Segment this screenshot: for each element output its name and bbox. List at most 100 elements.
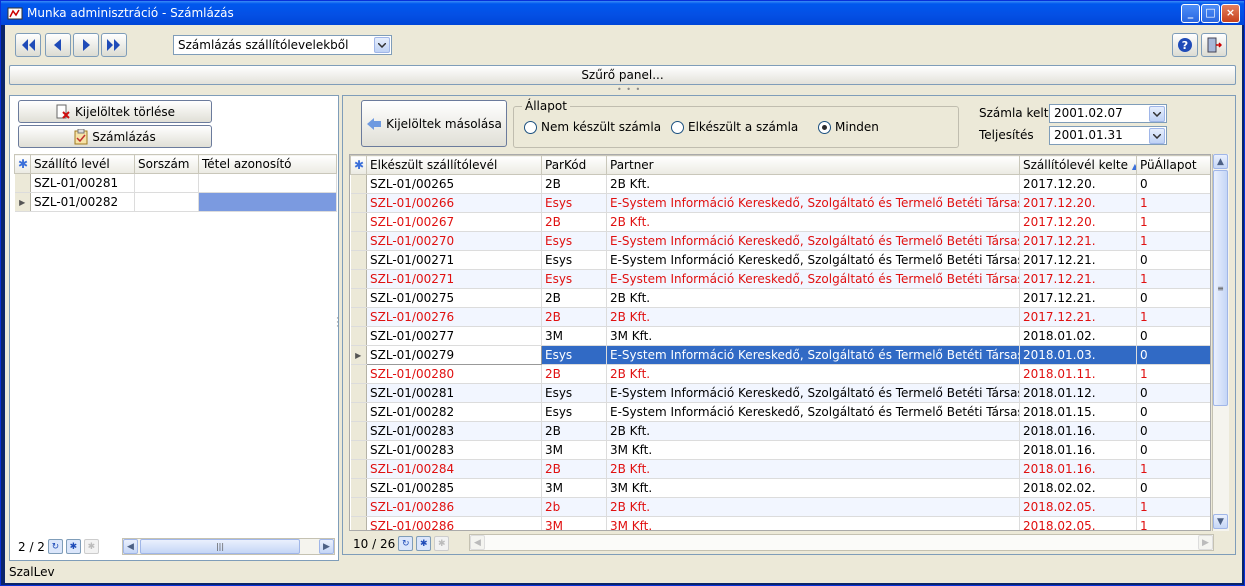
maximize-button[interactable]: □: [1201, 4, 1220, 23]
column-header[interactable]: Partner: [606, 155, 1020, 175]
chevron-down-icon[interactable]: [1149, 128, 1165, 144]
cell-delivery-note[interactable]: SZL-01/00265: [366, 174, 542, 194]
cell-payment-status[interactable]: 1: [1136, 193, 1210, 213]
cell-tetel[interactable]: [198, 192, 337, 212]
column-header[interactable]: Sorszám: [134, 154, 199, 174]
refresh-icon[interactable]: ↻: [398, 536, 414, 551]
row-indicator[interactable]: [350, 459, 367, 479]
cell-partner-code[interactable]: 2B: [541, 212, 607, 232]
cell-partner-code[interactable]: 2B: [541, 307, 607, 327]
cell-delivery-note[interactable]: SZL-01/00284: [366, 459, 542, 479]
cell-delivery-note[interactable]: SZL-01/00267: [366, 212, 542, 232]
cell-partner[interactable]: 2B Kft.: [606, 307, 1020, 327]
cell-partner[interactable]: E-System Információ Kereskedő, Szolgálta…: [606, 193, 1020, 213]
cell-note-date[interactable]: 2018.01.02.: [1019, 326, 1137, 346]
cell-partner-code[interactable]: Esys: [541, 231, 607, 251]
column-header[interactable]: Szállító levél: [30, 154, 135, 174]
cell-partner[interactable]: E-System Információ Kereskedő, Szolgálta…: [606, 345, 1020, 365]
cell-delivery-note[interactable]: SZL-01/00283: [366, 421, 542, 441]
row-indicator[interactable]: [350, 269, 367, 289]
next-record-button[interactable]: [73, 33, 99, 57]
cell-payment-status[interactable]: 0: [1136, 250, 1210, 270]
table-row[interactable]: ▶ SZL-01/00279 Esys E-System Információ Ker…: [350, 345, 1210, 365]
cell-partner-code[interactable]: Esys: [541, 402, 607, 422]
cell-note-date[interactable]: 2017.12.20.: [1019, 193, 1137, 213]
right-vertical-scrollbar[interactable]: ▲ ≡ ▼: [1212, 154, 1229, 531]
row-indicator[interactable]: [350, 364, 367, 384]
cell-partner-code[interactable]: Esys: [541, 383, 607, 403]
select-all-icon[interactable]: ✱: [350, 155, 367, 175]
current-row-indicator-icon[interactable]: ▶: [14, 192, 31, 212]
exit-button[interactable]: [1201, 33, 1227, 57]
cell-payment-status[interactable]: 0: [1136, 383, 1210, 403]
row-indicator[interactable]: [350, 497, 367, 517]
vertical-splitter[interactable]: · · ·: [336, 315, 339, 332]
cell-partner-code[interactable]: Esys: [541, 345, 607, 365]
cell-partner-code[interactable]: 2B: [541, 364, 607, 384]
cell-note-date[interactable]: 2018.01.11.: [1019, 364, 1137, 384]
cell-partner[interactable]: 3M Kft.: [606, 516, 1020, 530]
table-row[interactable]: SZL-01/00282 Esys E-System Információ Kere…: [350, 402, 1210, 422]
chevron-down-icon[interactable]: [374, 37, 390, 53]
cell-partner[interactable]: E-System Információ Kereskedő, Szolgálta…: [606, 402, 1020, 422]
table-row[interactable]: ▶ SZL-01/00282: [14, 192, 337, 212]
cell-partner-code[interactable]: 2b: [541, 497, 607, 517]
right-horizontal-scrollbar[interactable]: ◀ ▶: [469, 534, 1214, 551]
cell-payment-status[interactable]: 0: [1136, 440, 1210, 460]
table-row[interactable]: SZL-01/00281: [14, 173, 337, 193]
cell-partner-code[interactable]: 3M: [541, 326, 607, 346]
table-row[interactable]: SZL-01/00267 2B 2B Kft. 2017.12.20. 1: [350, 212, 1210, 232]
fulfillment-date-picker[interactable]: 2001.01.31: [1049, 126, 1167, 145]
refresh-icon[interactable]: ↻: [47, 539, 63, 554]
cell-partner-code[interactable]: Esys: [541, 269, 607, 289]
row-indicator[interactable]: [350, 212, 367, 232]
table-row[interactable]: SZL-01/00285 3M 3M Kft. 2018.02.02. 0: [350, 478, 1210, 498]
previous-record-button[interactable]: [45, 33, 71, 57]
row-indicator[interactable]: [350, 383, 367, 403]
row-indicator[interactable]: [350, 402, 367, 422]
mode-select[interactable]: Számlázás szállítólevelekből: [173, 35, 392, 55]
cell-note-date[interactable]: 2017.12.20.: [1019, 212, 1137, 232]
select-all-icon[interactable]: ✱: [14, 154, 31, 174]
cell-note-date[interactable]: 2018.01.15.: [1019, 402, 1137, 422]
table-row[interactable]: SZL-01/00286 2b 2B Kft. 2018.02.05. 1: [350, 497, 1210, 517]
cell-note-date[interactable]: 2018.01.16.: [1019, 440, 1137, 460]
cell-payment-status[interactable]: 0: [1136, 174, 1210, 194]
scroll-right-icon[interactable]: ▶: [319, 539, 334, 554]
cell-partner-code[interactable]: 3M: [541, 516, 607, 530]
table-row[interactable]: SZL-01/00277 3M 3M Kft. 2018.01.02. 0: [350, 326, 1210, 346]
column-header[interactable]: Tétel azonosító: [198, 154, 337, 174]
cell-tetel[interactable]: [198, 173, 337, 193]
cell-szallito[interactable]: SZL-01/00282: [30, 192, 135, 212]
cell-partner[interactable]: 3M Kft.: [606, 478, 1020, 498]
cell-payment-status[interactable]: 1: [1136, 231, 1210, 251]
cell-delivery-note[interactable]: SZL-01/00275: [366, 288, 542, 308]
row-indicator[interactable]: [350, 440, 367, 460]
cell-delivery-note[interactable]: SZL-01/00281: [366, 383, 542, 403]
cell-partner-code[interactable]: 2B: [541, 421, 607, 441]
row-indicator[interactable]: [350, 193, 367, 213]
cell-partner-code[interactable]: 3M: [541, 440, 607, 460]
cell-payment-status[interactable]: 1: [1136, 212, 1210, 232]
cell-delivery-note[interactable]: SZL-01/00286: [366, 516, 542, 530]
cell-partner[interactable]: 2B Kft.: [606, 174, 1020, 194]
cell-payment-status[interactable]: 1: [1136, 364, 1210, 384]
table-row[interactable]: SZL-01/00281 Esys E-System Információ Kere…: [350, 383, 1210, 403]
cell-payment-status[interactable]: 1: [1136, 459, 1210, 479]
cell-partner[interactable]: 2B Kft.: [606, 459, 1020, 479]
last-record-button[interactable]: [101, 33, 127, 57]
cell-payment-status[interactable]: 0: [1136, 326, 1210, 346]
cell-szallito[interactable]: SZL-01/00281: [30, 173, 135, 193]
cell-note-date[interactable]: 2017.12.21.: [1019, 269, 1137, 289]
copy-selected-button[interactable]: Kijelöltek másolása: [361, 100, 507, 147]
cell-partner-code[interactable]: 2B: [541, 288, 607, 308]
cell-delivery-note[interactable]: SZL-01/00271: [366, 250, 542, 270]
table-row[interactable]: SZL-01/00271 Esys E-System Információ Kere…: [350, 250, 1210, 270]
table-row[interactable]: SZL-01/00280 2B 2B Kft. 2018.01.11. 1: [350, 364, 1210, 384]
scroll-up-icon[interactable]: ▲: [1213, 154, 1228, 169]
cell-payment-status[interactable]: 1: [1136, 307, 1210, 327]
radio-not-invoiced[interactable]: Nem készült számla: [524, 120, 661, 134]
table-row[interactable]: SZL-01/00283 2B 2B Kft. 2018.01.16. 0: [350, 421, 1210, 441]
row-indicator[interactable]: [350, 478, 367, 498]
row-indicator[interactable]: [14, 173, 31, 193]
